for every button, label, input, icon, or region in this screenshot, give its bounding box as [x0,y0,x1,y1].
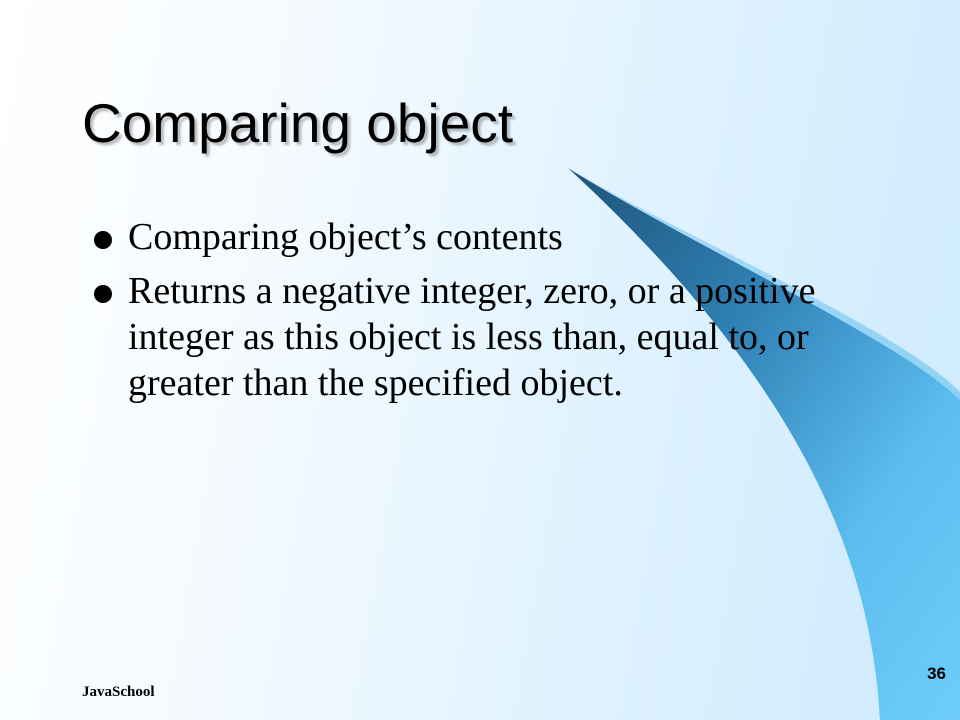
page-number: 36 [927,664,946,683]
bullet-item: Comparing object’s contents [92,214,852,260]
bullet-dot-icon [94,285,112,303]
slide: Comparing object Comparing object’s cont… [0,0,960,720]
bullet-list: Comparing object’s contents Returns a ne… [92,214,852,414]
bullet-item: Returns a negative integer, zero, or a p… [92,268,852,406]
bullet-text: Comparing object’s contents [128,216,563,258]
bullet-dot-icon [94,231,112,249]
footer-label: JavaSchool [82,684,155,700]
slide-title: Comparing object [82,92,514,154]
bullet-text: Returns a negative integer, zero, or a p… [128,270,816,404]
